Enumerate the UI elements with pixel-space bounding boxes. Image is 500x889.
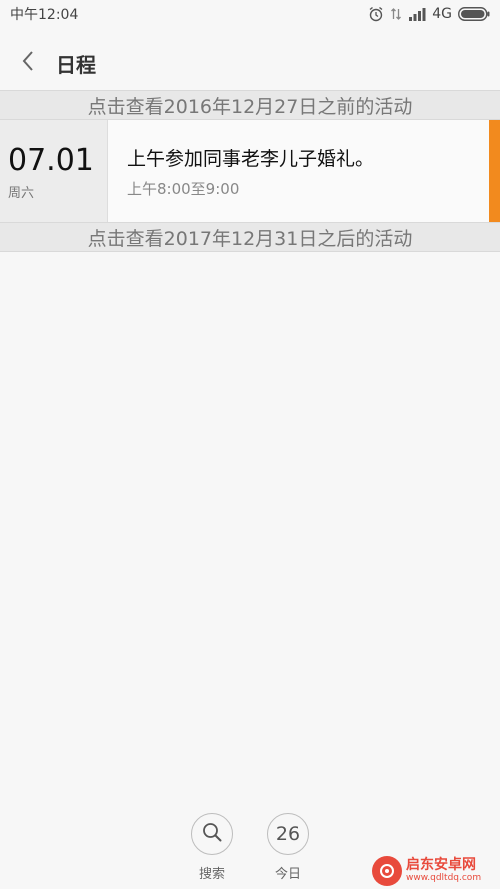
event-date-block: 07.01 周六	[0, 120, 108, 222]
event-time: 上午8:00至9:00	[127, 180, 240, 198]
signal-icon	[408, 7, 426, 21]
battery-icon	[458, 7, 490, 21]
search-icon	[201, 821, 223, 847]
data-transfer-icon	[390, 6, 402, 22]
event-date: 07.01	[8, 143, 94, 178]
status-bar: 中午12:04 4G	[0, 0, 500, 28]
event-weekday: 周六	[8, 186, 35, 201]
event-color-marker	[489, 120, 500, 222]
page-title: 日程	[56, 52, 96, 77]
app-bar: 日程	[0, 36, 500, 90]
today-button[interactable]: 26 今日	[258, 813, 318, 882]
today-circle: 26	[267, 813, 309, 855]
view-earlier-events-button[interactable]: 点击查看2016年12月27日之前的活动	[0, 90, 500, 120]
watermark-text: 启东安卓网 www.qdltdq.com	[406, 857, 481, 884]
watermark-title: 启东安卓网	[406, 857, 476, 873]
status-icons: 4G	[368, 6, 490, 22]
event-info: 上午参加同事老李儿子婚礼。 上午8:00至9:00	[108, 120, 489, 222]
watermark-logo-icon	[372, 855, 402, 886]
today-label: 今日	[274, 867, 301, 882]
search-button[interactable]: 搜索	[182, 813, 242, 882]
alarm-icon	[368, 6, 384, 22]
view-later-events-button[interactable]: 点击查看2017年12月31日之后的活动	[0, 222, 500, 252]
chevron-left-icon	[21, 50, 35, 76]
watermark: 启东安卓网 www.qdltdq.com	[372, 852, 500, 889]
event-title: 上午参加同事老李儿子婚礼。	[127, 148, 375, 170]
event-row[interactable]: 07.01 周六 上午参加同事老李儿子婚礼。 上午8:00至9:00	[0, 120, 500, 222]
schedule-screen: 中午12:04 4G 日程 点击查看2016年12月27日之前的活动 07.01…	[0, 0, 500, 889]
watermark-url: www.qdltdq.com	[406, 873, 482, 883]
status-time: 中午12:04	[10, 7, 79, 23]
network-type: 4G	[432, 6, 452, 22]
back-button[interactable]	[0, 36, 56, 90]
search-circle	[191, 813, 233, 855]
today-date-number: 26	[275, 823, 301, 845]
search-label: 搜索	[198, 867, 225, 882]
